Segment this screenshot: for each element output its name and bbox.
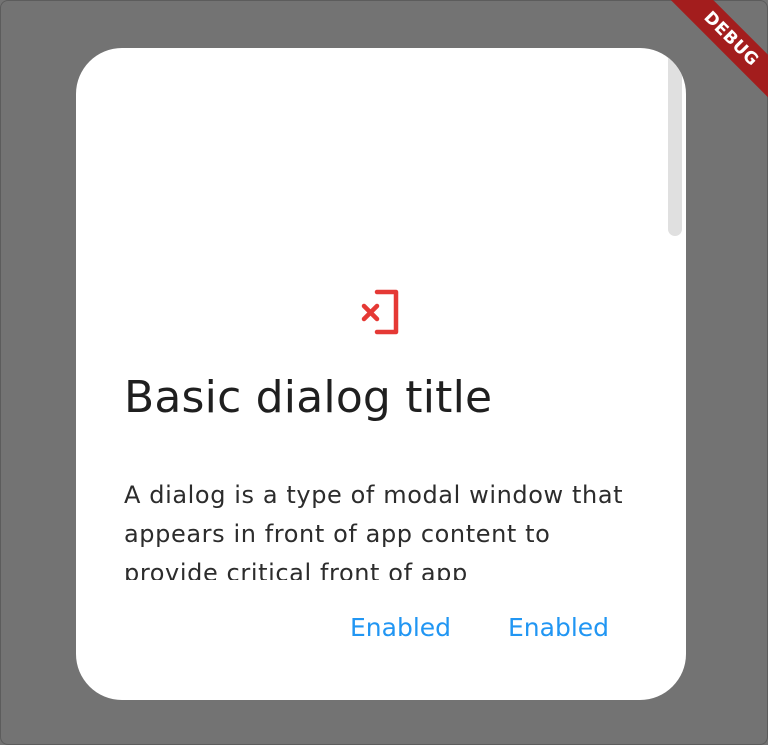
app-screen: Basic dialog title A dialog is a type of… — [0, 0, 768, 745]
enabled-button-1[interactable]: Enabled — [350, 606, 451, 650]
dialog-actions: Enabled Enabled — [76, 606, 686, 650]
dialog-body-text: A dialog is a type of modal window that … — [124, 481, 624, 580]
basic-dialog: Basic dialog title A dialog is a type of… — [76, 48, 686, 700]
dialog-body[interactable]: A dialog is a type of modal window that … — [124, 476, 644, 580]
dialog-scrollbar[interactable] — [668, 48, 682, 236]
dialog-title: Basic dialog title — [124, 372, 493, 423]
enabled-button-2[interactable]: Enabled — [508, 606, 609, 650]
phonelink-erase-icon — [361, 289, 399, 335]
